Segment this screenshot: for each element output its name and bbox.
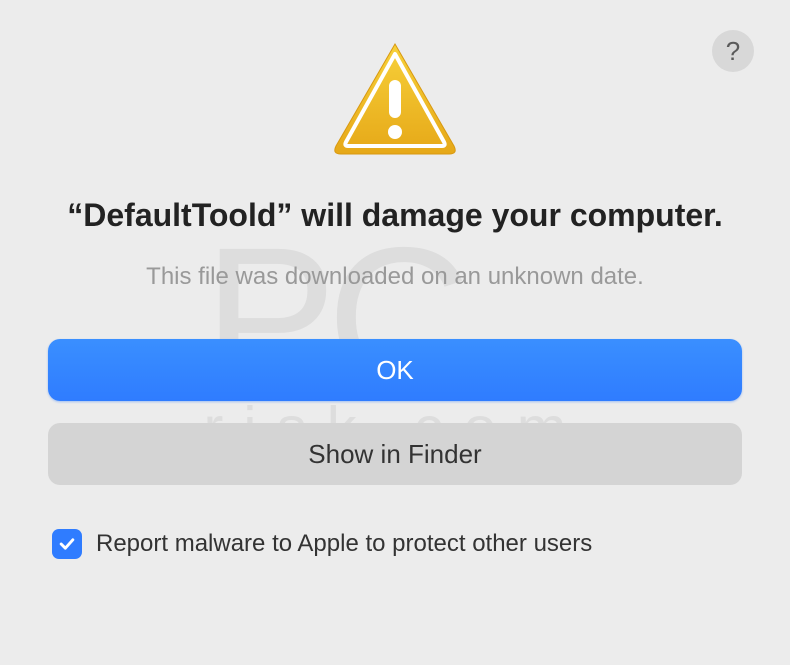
- help-button[interactable]: ?: [712, 30, 754, 72]
- dialog-title: “DefaultToold” will damage your computer…: [67, 195, 722, 235]
- button-stack: OK Show in Finder: [48, 339, 742, 485]
- report-malware-row: Report malware to Apple to protect other…: [48, 529, 742, 559]
- show-in-finder-button[interactable]: Show in Finder: [48, 423, 742, 485]
- dialog-subtitle: This file was downloaded on an unknown d…: [146, 263, 644, 291]
- warning-icon: [330, 38, 460, 163]
- ok-button[interactable]: OK: [48, 339, 742, 401]
- report-malware-label: Report malware to Apple to protect other…: [96, 530, 592, 558]
- ok-button-label: OK: [376, 355, 414, 386]
- checkmark-icon: [57, 534, 77, 554]
- show-in-finder-label: Show in Finder: [308, 439, 481, 470]
- report-malware-checkbox[interactable]: [52, 529, 82, 559]
- help-icon: ?: [726, 36, 740, 67]
- malware-warning-dialog: PC risk.com ? “DefaultToold” will damage…: [0, 0, 790, 665]
